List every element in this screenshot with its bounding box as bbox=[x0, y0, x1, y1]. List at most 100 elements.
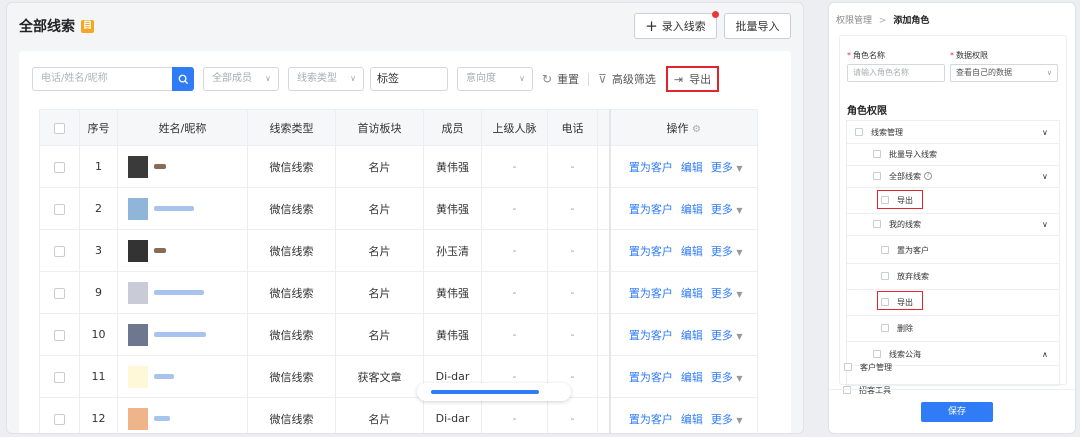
member-select[interactable]: 全部成员 ∨ bbox=[203, 67, 279, 91]
row-select-cell[interactable] bbox=[39, 229, 80, 272]
search-input[interactable]: 电话/姓名/昵称 bbox=[32, 67, 172, 91]
checkbox[interactable] bbox=[881, 324, 889, 332]
row-select-cell[interactable] bbox=[39, 313, 80, 356]
row-name-cell bbox=[117, 271, 248, 314]
caret-down-icon: ▼ bbox=[736, 205, 743, 215]
tree-label: 客户管理 bbox=[860, 362, 892, 372]
select-all-cell[interactable] bbox=[39, 109, 80, 146]
to-customer-link[interactable]: 置为客户 bbox=[629, 161, 673, 174]
tree-node-abandon[interactable]: 放弃线索 bbox=[881, 265, 929, 287]
export-button[interactable]: ⇥ 导出 bbox=[665, 66, 720, 92]
caret-down-icon: ▼ bbox=[736, 373, 743, 383]
to-customer-link[interactable]: 置为客户 bbox=[629, 329, 673, 342]
title-badge-icon: 目 bbox=[81, 19, 94, 33]
chevron-down-icon[interactable]: ∨ bbox=[1042, 165, 1048, 187]
ops-header-label: 操作 bbox=[666, 121, 689, 135]
caret-down-icon: ▼ bbox=[736, 415, 743, 425]
search-button[interactable] bbox=[172, 67, 194, 91]
blurred-name bbox=[154, 416, 170, 421]
col-phone: 电话 bbox=[547, 109, 598, 146]
blurred-name bbox=[154, 374, 174, 379]
row-checkbox[interactable] bbox=[54, 371, 65, 383]
tree-label: 删除 bbox=[897, 323, 913, 333]
more-menu[interactable]: 更多 ▼ bbox=[711, 245, 743, 258]
checkbox[interactable] bbox=[873, 220, 881, 228]
checkbox[interactable] bbox=[844, 363, 852, 371]
reset-button[interactable]: ↻ 重置 bbox=[542, 71, 579, 87]
col-name: 姓名/昵称 bbox=[117, 109, 248, 146]
to-customer-link[interactable]: 置为客户 bbox=[629, 413, 673, 426]
edit-link[interactable]: 编辑 bbox=[681, 161, 703, 174]
row-checkbox[interactable] bbox=[54, 161, 65, 173]
row-name-cell bbox=[117, 187, 248, 230]
tree-node-batch-import[interactable]: 批量导入线索 bbox=[873, 143, 937, 165]
checkbox[interactable] bbox=[881, 246, 889, 254]
tree-node-delete[interactable]: 删除 bbox=[881, 317, 913, 339]
to-customer-link[interactable]: 置为客户 bbox=[629, 287, 673, 300]
advanced-filter-button[interactable]: ⊽ 高级筛选 bbox=[598, 71, 656, 87]
chevron-down-icon[interactable]: ∨ bbox=[1042, 121, 1048, 143]
chevron-up-icon[interactable]: ∧ bbox=[1042, 343, 1048, 365]
more-menu[interactable]: 更多 ▼ bbox=[711, 413, 743, 426]
edit-link[interactable]: 编辑 bbox=[681, 203, 703, 216]
avatar bbox=[128, 281, 148, 304]
intent-select[interactable]: 意向度 ∨ bbox=[457, 67, 533, 91]
settings-icon[interactable]: ⚙ bbox=[692, 124, 701, 135]
tree-node-to-customer[interactable]: 置为客户 bbox=[881, 239, 929, 261]
row-member: 黄伟强 bbox=[423, 145, 482, 188]
tree-node-my-clues[interactable]: 我的线索 bbox=[873, 213, 921, 235]
to-customer-link[interactable]: 置为客户 bbox=[629, 203, 673, 216]
more-menu[interactable]: 更多 ▼ bbox=[711, 371, 743, 384]
edit-link[interactable]: 编辑 bbox=[681, 413, 703, 426]
checkbox[interactable] bbox=[855, 128, 863, 136]
role-name-input[interactable]: 请输入角色名称 bbox=[847, 64, 945, 82]
add-clue-button[interactable]: + 录入线索 bbox=[634, 11, 719, 39]
select-all-checkbox[interactable] bbox=[54, 122, 65, 134]
to-customer-link[interactable]: 置为客户 bbox=[629, 245, 673, 258]
more-menu[interactable]: 更多 ▼ bbox=[711, 161, 743, 174]
row-checkbox[interactable] bbox=[54, 413, 65, 425]
row-select-cell[interactable] bbox=[39, 355, 80, 398]
row-module: 名片 bbox=[335, 397, 424, 433]
checkbox[interactable] bbox=[873, 172, 881, 180]
tree-node-customer-mgmt[interactable]: 客户管理 bbox=[844, 356, 892, 378]
edit-link[interactable]: 编辑 bbox=[681, 287, 703, 300]
tag-select[interactable]: 标签 bbox=[370, 67, 448, 91]
checkbox[interactable] bbox=[873, 150, 881, 158]
more-menu[interactable]: 更多 ▼ bbox=[711, 203, 743, 216]
row-select-cell[interactable] bbox=[39, 145, 80, 188]
chevron-down-icon[interactable]: ∨ bbox=[1042, 213, 1048, 235]
row-checkbox[interactable] bbox=[54, 203, 65, 215]
tree-node-clue-mgmt[interactable]: 线索管理 bbox=[855, 121, 903, 143]
scrollbar-thumb[interactable] bbox=[431, 390, 539, 394]
caret-down-icon: ▼ bbox=[736, 289, 743, 299]
help-icon[interactable]: ? bbox=[924, 172, 932, 180]
row-checkbox[interactable] bbox=[54, 329, 65, 341]
edit-link[interactable]: 编辑 bbox=[681, 245, 703, 258]
data-perm-select[interactable]: 查看自己的数据 ∨ bbox=[950, 64, 1058, 82]
row-index: 1 bbox=[79, 145, 118, 188]
row-checkbox[interactable] bbox=[54, 245, 65, 257]
edit-link[interactable]: 编辑 bbox=[681, 371, 703, 384]
more-menu[interactable]: 更多 ▼ bbox=[711, 329, 743, 342]
col-upline: 上级人脉 bbox=[481, 109, 548, 146]
breadcrumb-parent[interactable]: 权限管理 bbox=[836, 16, 872, 26]
horizontal-scrollbar[interactable] bbox=[417, 383, 571, 401]
row-checkbox[interactable] bbox=[54, 287, 65, 299]
row-phone: - bbox=[547, 145, 598, 188]
tree-node-all-clues[interactable]: 全部线索? bbox=[873, 165, 932, 187]
row-select-cell[interactable] bbox=[39, 397, 80, 433]
avatar bbox=[128, 365, 148, 388]
row-spacer bbox=[597, 187, 610, 230]
export-highlight-box bbox=[877, 291, 923, 310]
edit-link[interactable]: 编辑 bbox=[681, 329, 703, 342]
checkbox[interactable] bbox=[881, 272, 889, 280]
to-customer-link[interactable]: 置为客户 bbox=[629, 371, 673, 384]
batch-import-button[interactable]: 批量导入 bbox=[724, 13, 791, 39]
row-upline: - bbox=[481, 397, 548, 433]
clue-type-select[interactable]: 线索类型 ∨ bbox=[288, 67, 364, 91]
row-select-cell[interactable] bbox=[39, 271, 80, 314]
row-select-cell[interactable] bbox=[39, 187, 80, 230]
save-button[interactable]: 保存 bbox=[921, 402, 993, 422]
more-menu[interactable]: 更多 ▼ bbox=[711, 287, 743, 300]
